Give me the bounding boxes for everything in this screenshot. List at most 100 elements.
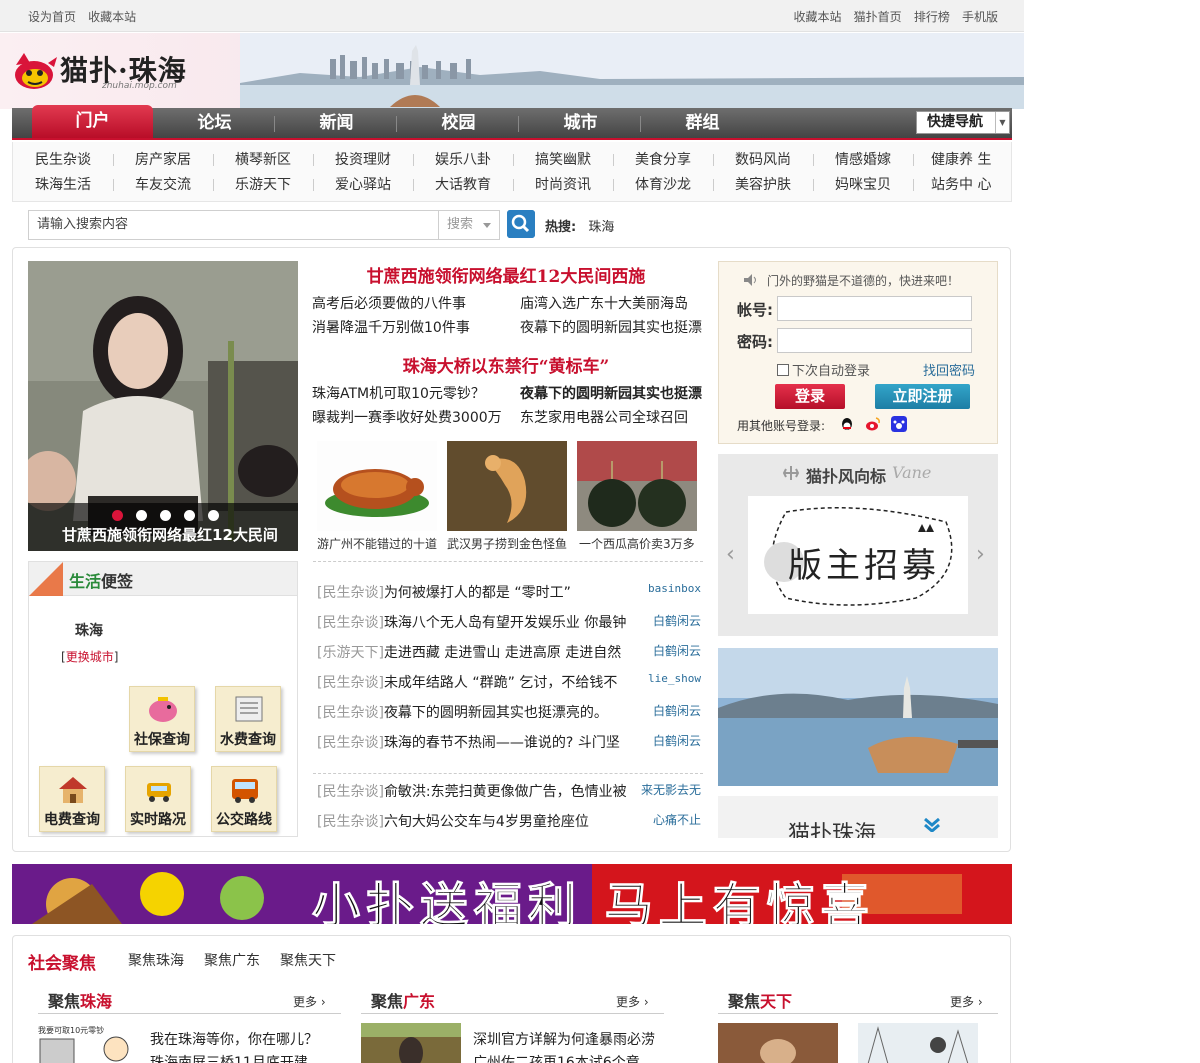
roast-pig-photo[interactable]: [317, 441, 437, 531]
news-link[interactable]: 东芝家用电器公司全球召回: [520, 407, 688, 427]
picture-caption[interactable]: 武汉男子捞到金色怪鱼: [447, 535, 572, 552]
slider-dot[interactable]: [160, 510, 171, 521]
subnav-item[interactable]: 横琴新区: [235, 149, 315, 169]
forum-title[interactable]: 走进西藏 走进雪山 走进高原 走进自然: [384, 645, 621, 661]
fisher-girl-statue-photo[interactable]: [718, 648, 998, 786]
change-city-link[interactable]: 更换城市: [66, 650, 114, 664]
nav-tab-campus[interactable]: 校园: [398, 108, 519, 138]
forum-author[interactable]: 来无影去无: [638, 781, 701, 798]
subnav-item[interactable]: 乐游天下: [235, 174, 315, 194]
hot-search-term[interactable]: 珠海: [588, 220, 614, 235]
news-link[interactable]: 高考后必须要做的八件事: [312, 293, 466, 313]
bookmark-link[interactable]: 收藏本站: [88, 10, 136, 24]
headline-primary[interactable]: 甘蔗西施领衔网络最红12大民间西施: [311, 262, 701, 287]
mobile-link[interactable]: 手机版: [962, 10, 998, 24]
forum-row[interactable]: [民生杂谈]俞敏洪:东莞扫黄更像做广告，色情业被 来无影去无: [317, 781, 701, 801]
forum-author[interactable]: 白鹤闲云: [650, 642, 701, 659]
mop-home-link[interactable]: 猫扑首页: [854, 10, 902, 24]
slider-caption[interactable]: 甘蔗西施领衔网络最红12大民间: [62, 524, 278, 545]
forum-category[interactable]: [民生杂谈]: [317, 705, 384, 721]
subnav-item[interactable]: 爱心驿站: [335, 174, 415, 194]
register-button[interactable]: 立即注册: [875, 384, 970, 409]
slider-dot[interactable]: [136, 510, 147, 521]
social-security-button[interactable]: 社保查询: [129, 686, 195, 752]
slider-dot[interactable]: [208, 510, 219, 521]
forum-author[interactable]: 心痛不止: [650, 811, 701, 828]
moderator-recruit-card[interactable]: 版主招募: [748, 496, 968, 614]
forum-row[interactable]: [民生杂谈]未成年结路人 “群跪” 乞讨，不给钱不 lie_show: [317, 672, 701, 692]
subnav-item[interactable]: 情感婚嫁: [835, 149, 915, 169]
forum-category[interactable]: [民生杂谈]: [317, 675, 384, 691]
nav-tab-portal[interactable]: 门户: [32, 105, 153, 138]
forum-category[interactable]: [民生杂谈]: [317, 585, 384, 601]
news-link[interactable]: 庙湾入选广东十大美丽海岛: [520, 293, 688, 313]
forum-category[interactable]: [民生杂谈]: [317, 615, 384, 631]
forum-title[interactable]: 夜幕下的圆明新园其实也挺漂亮的。: [384, 705, 608, 721]
forum-author[interactable]: lie_show: [646, 672, 701, 685]
forum-author[interactable]: 白鹤闲云: [650, 612, 701, 629]
forum-row[interactable]: [民生杂谈]六旬大妈公交车与4岁男童抢座位 心痛不止: [317, 811, 701, 831]
news-link[interactable]: 夜幕下的圆明新园其实也挺漂: [520, 317, 702, 337]
remember-checkbox[interactable]: [777, 364, 789, 376]
subnav-item[interactable]: 站务中 心: [931, 174, 1011, 194]
slider-dot[interactable]: [184, 510, 195, 521]
forgot-password-link[interactable]: 找回密码: [923, 360, 975, 379]
baidu-icon[interactable]: [891, 416, 907, 432]
weibo-icon[interactable]: [865, 416, 881, 432]
nav-tab-city[interactable]: 城市: [520, 108, 641, 138]
subnav-item[interactable]: 大话教育: [435, 174, 515, 194]
nav-tab-forum[interactable]: 论坛: [154, 108, 275, 138]
forum-category[interactable]: [民生杂谈]: [317, 735, 384, 751]
tab-focus-guangdong[interactable]: 聚焦广东: [204, 950, 260, 970]
news-link[interactable]: 消暑降温千万别做10件事: [312, 317, 470, 337]
subnav-item[interactable]: 美食分享: [635, 149, 715, 169]
chevron-left-icon[interactable]: ‹: [726, 542, 735, 567]
quick-nav-dropdown[interactable]: 快捷导航 ▼: [916, 111, 1010, 134]
login-button[interactable]: 登录: [775, 384, 845, 409]
subnav-item[interactable]: 民生杂谈: [35, 149, 115, 169]
forum-author[interactable]: 白鹤闲云: [650, 702, 701, 719]
cat-mascot-icon[interactable]: [12, 51, 58, 91]
traffic-button[interactable]: 实时路况: [125, 766, 191, 832]
forum-title[interactable]: 为何被爆打人的都是 “零时工”: [384, 585, 571, 601]
news-link[interactable]: 我在珠海等你，你在哪儿？: [150, 1029, 318, 1049]
forum-row[interactable]: [民生杂谈]珠海的春节不热闹——谁说的? 斗门坚 白鹤闲云: [317, 732, 701, 752]
forum-title[interactable]: 未成年结路人 “群跪” 乞讨，不给钱不: [384, 675, 617, 691]
flood-photo-thumbnail[interactable]: [361, 1023, 461, 1063]
mop-zhuhai-promo[interactable]: 猫扑珠海: [718, 796, 998, 838]
atm-cartoon-thumbnail[interactable]: 我要可取10元零钞: [38, 1023, 138, 1063]
news-link[interactable]: 深圳官方详解为何逢暴雨必涝: [473, 1029, 655, 1049]
subnav-item[interactable]: 数码风尚: [735, 149, 815, 169]
forum-row[interactable]: [乐游天下]走进西藏 走进雪山 走进高原 走进自然 白鹤闲云: [317, 642, 701, 662]
golden-fish-photo[interactable]: [447, 441, 567, 531]
more-link-world[interactable]: 更多 ›: [950, 993, 983, 1010]
search-input[interactable]: 请输入搜索内容: [28, 210, 440, 240]
subnav-item[interactable]: 健康养 生: [931, 149, 1011, 169]
subnav-item[interactable]: 投资理财: [335, 149, 415, 169]
subnav-item[interactable]: 娱乐八卦: [435, 149, 515, 169]
tab-focus-zhuhai[interactable]: 聚焦珠海: [128, 950, 184, 970]
picture-caption[interactable]: 一个西瓜高价卖3万多: [579, 535, 704, 552]
forum-title[interactable]: 俞敏洪:东莞扫黄更像做广告，色情业被: [384, 784, 627, 800]
featured-slider[interactable]: 甘蔗西施领衔网络最红12大民间: [28, 261, 298, 551]
tab-focus-world[interactable]: 聚焦天下: [280, 950, 336, 970]
picture-caption[interactable]: 游广州不能错过的十道: [317, 535, 442, 552]
snow-scene-thumbnail[interactable]: [858, 1023, 978, 1063]
nav-tab-news[interactable]: 新闻: [276, 108, 397, 138]
search-type-select[interactable]: 搜索: [438, 210, 500, 240]
subnav-item[interactable]: 妈咪宝贝: [835, 174, 915, 194]
chevron-right-icon[interactable]: ›: [976, 542, 985, 567]
search-button[interactable]: [507, 210, 535, 238]
subnav-item[interactable]: 搞笑幽默: [535, 149, 615, 169]
news-link[interactable]: 曝裁判一赛季收好处费3000万: [312, 407, 502, 427]
forum-title[interactable]: 珠海的春节不热闹——谁说的? 斗门坚: [384, 735, 620, 751]
watermelon-photo[interactable]: [577, 441, 697, 531]
forum-title[interactable]: 六旬大妈公交车与4岁男童抢座位: [384, 814, 589, 830]
bus-route-button[interactable]: 公交路线: [211, 766, 277, 832]
ranking-link[interactable]: 排行榜: [914, 10, 950, 24]
bookmark-site-link[interactable]: 收藏本站: [794, 10, 842, 24]
slider-dot[interactable]: [112, 510, 123, 521]
forum-author[interactable]: 白鹤闲云: [650, 732, 701, 749]
account-input[interactable]: [777, 296, 972, 321]
password-input[interactable]: [777, 328, 972, 353]
